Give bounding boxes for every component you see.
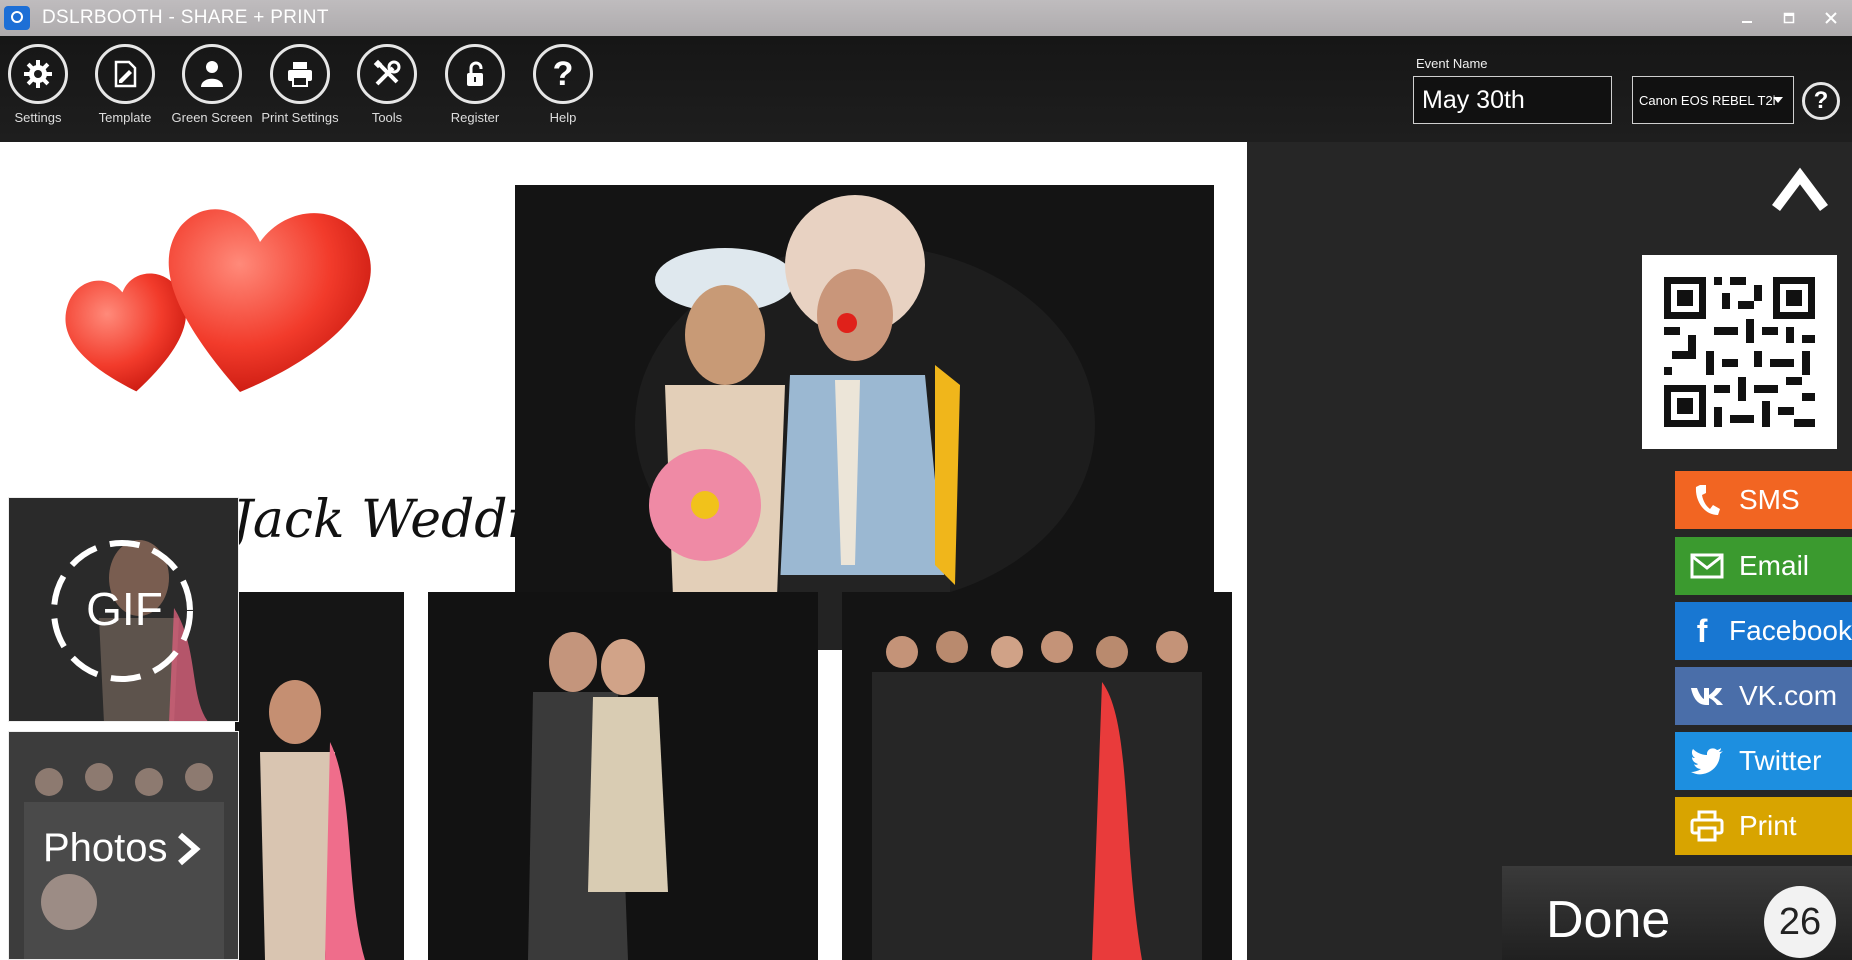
window-title: DSLRBOOTH - SHARE + PRINT (42, 7, 329, 28)
title-bar: DSLRBOOTH - SHARE + PRINT (0, 0, 1852, 36)
thumbnail-image (235, 592, 404, 960)
sms-label: SMS (1739, 484, 1800, 515)
print-settings-button[interactable]: Print Settings (256, 44, 344, 125)
register-button[interactable]: Register (431, 44, 519, 125)
main-photo-image (515, 185, 1214, 650)
help-button[interactable]: ? Help (519, 44, 607, 125)
phone-icon (1695, 485, 1720, 515)
camera-help-button[interactable]: ? (1802, 82, 1840, 120)
hearts-graphic (65, 209, 371, 392)
twitter-icon (1691, 748, 1723, 775)
strip-thumbnail (235, 592, 404, 960)
sms-button[interactable]: SMS (1675, 471, 1852, 529)
tools-icon (373, 59, 401, 86)
qr-code (1642, 255, 1837, 449)
minimize-icon (1742, 21, 1752, 23)
gif-tile[interactable]: GIF (8, 497, 239, 722)
gear-icon (24, 60, 52, 88)
close-button[interactable] (1810, 0, 1852, 36)
print-button[interactable]: Print (1675, 797, 1852, 855)
printer-icon (1690, 810, 1724, 842)
settings-button[interactable]: Settings (0, 44, 82, 125)
countdown-badge: 26 (1764, 886, 1836, 958)
template-label: Template (98, 110, 152, 125)
photos-label-row: Photos (43, 826, 204, 871)
main-photo (515, 185, 1214, 650)
settings-label: Settings (14, 110, 62, 125)
strip-thumbnail (842, 592, 1232, 960)
help-icon: ? (552, 55, 574, 93)
register-label: Register (450, 110, 500, 125)
chevron-down-icon (1773, 97, 1783, 103)
thumbnail-image (428, 592, 818, 960)
green-screen-label: Green Screen (171, 110, 253, 125)
maximize-icon (1783, 12, 1795, 24)
help-label: Help (549, 110, 577, 125)
close-icon (1825, 12, 1837, 24)
minimize-button[interactable] (1726, 0, 1768, 36)
facebook-button[interactable]: f Facebook (1675, 602, 1852, 660)
unlock-icon (467, 61, 483, 86)
chevron-right-icon (177, 832, 201, 865)
photos-label: Photos (43, 826, 168, 870)
camera-select[interactable]: Canon EOS REBEL T2i (1632, 76, 1794, 124)
gif-label: GIF (86, 583, 163, 635)
facebook-icon: f (1696, 612, 1708, 649)
qr-code-image (1642, 255, 1837, 449)
strip-thumbnail (428, 592, 818, 960)
help-icon: ? (1813, 87, 1829, 114)
email-button[interactable]: Email (1675, 537, 1852, 595)
printer-icon (288, 62, 312, 87)
done-button[interactable]: Done 26 (1502, 866, 1852, 960)
maximize-button[interactable] (1768, 0, 1810, 36)
window-controls (1726, 0, 1852, 36)
print-settings-label: Print Settings (261, 110, 339, 125)
tools-label: Tools (371, 110, 403, 125)
person-icon (201, 61, 223, 87)
twitter-button[interactable]: Twitter (1675, 732, 1852, 790)
event-name-input[interactable] (1413, 76, 1612, 124)
twitter-label: Twitter (1739, 745, 1822, 776)
photos-tile[interactable]: Photos (8, 731, 239, 960)
green-screen-button[interactable]: Green Screen (168, 44, 256, 125)
camera-select-value: Canon EOS REBEL T2i (1639, 92, 1776, 108)
app-camera-icon (4, 6, 30, 30)
event-name-label: Event Name (1416, 56, 1488, 71)
done-label: Done (1546, 891, 1671, 949)
template-icon (114, 60, 137, 88)
vk-label: VK.com (1739, 680, 1838, 711)
scroll-up-chevron-icon[interactable] (1772, 164, 1828, 214)
vk-button[interactable]: VK.com (1675, 667, 1852, 725)
thumbnail-image (842, 592, 1232, 960)
vk-icon (1691, 688, 1723, 705)
print-label: Print (1739, 810, 1797, 841)
facebook-label: Facebook (1729, 615, 1852, 646)
mail-icon (1690, 553, 1724, 579)
template-button[interactable]: Template (81, 44, 169, 125)
email-label: Email (1739, 550, 1810, 581)
tools-button[interactable]: Tools (343, 44, 431, 125)
